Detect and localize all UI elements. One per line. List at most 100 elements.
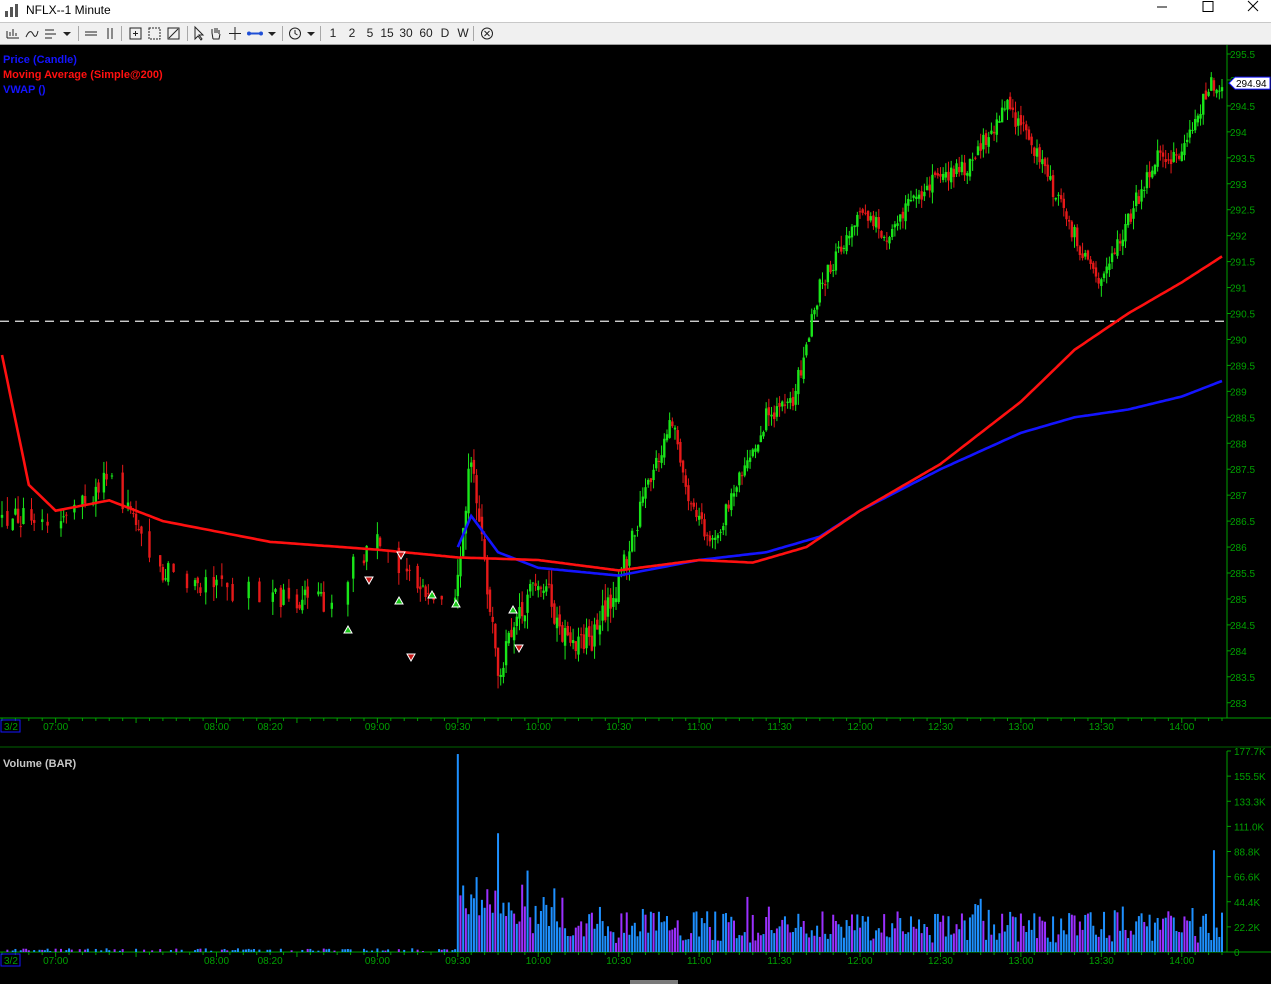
- volume-bar: [939, 921, 942, 952]
- volume-bar: [1041, 920, 1044, 952]
- horizontal-lines-icon[interactable]: [84, 25, 98, 42]
- candle-body: [274, 589, 277, 592]
- interval-button-2[interactable]: 2: [344, 25, 360, 42]
- close-button[interactable]: [1231, 0, 1271, 22]
- candle-body: [598, 625, 602, 635]
- volume-bar: [1019, 913, 1022, 952]
- interval-button-5[interactable]: 5: [362, 25, 378, 42]
- time-tick-label: 08:20: [258, 722, 283, 733]
- volume-bar: [1076, 935, 1079, 952]
- interval-button-15[interactable]: 15: [379, 25, 395, 42]
- candle-body: [1193, 119, 1197, 131]
- volume-bar: [362, 948, 365, 952]
- candle-body: [226, 582, 229, 588]
- candle-body: [65, 514, 68, 516]
- zoom-reset-icon[interactable]: [166, 25, 182, 42]
- volume-bar: [70, 949, 73, 952]
- volume-bar: [365, 950, 368, 952]
- volume-bar: [204, 948, 207, 952]
- horizontal-scrollbar-thumb[interactable]: [630, 980, 678, 984]
- pointer-icon[interactable]: [192, 25, 206, 42]
- cancel-circle-icon[interactable]: [479, 25, 495, 42]
- candle-body: [963, 162, 966, 176]
- chart-type-icon[interactable]: [5, 25, 21, 42]
- candle-body: [990, 130, 993, 134]
- candle-body: [478, 508, 481, 522]
- study-icon[interactable]: [43, 25, 59, 42]
- volume-bar: [534, 905, 537, 952]
- candle-body: [486, 559, 489, 595]
- chart-style-icon[interactable]: [24, 25, 40, 42]
- volume-bar: [542, 897, 545, 952]
- candle-body: [925, 185, 929, 191]
- trendline-icon[interactable]: [246, 25, 264, 42]
- volume-bar: [990, 934, 993, 952]
- price-tick-label: 293.5: [1230, 154, 1255, 165]
- candle-body: [802, 357, 805, 379]
- candle-body: [880, 230, 883, 238]
- volume-bar: [633, 922, 636, 952]
- zoom-out-icon[interactable]: [147, 25, 163, 42]
- time-tick-label: 10:30: [606, 722, 631, 733]
- volume-bar: [309, 948, 312, 952]
- price-tick-label: 287.5: [1230, 465, 1255, 476]
- candle-body: [663, 438, 666, 458]
- legend-item[interactable]: Moving Average (Simple@200): [3, 69, 163, 81]
- volume-bar: [893, 928, 896, 952]
- interval-button-30[interactable]: 30: [398, 25, 414, 42]
- chevron-down-icon[interactable]: [266, 25, 278, 42]
- volume-bar: [341, 949, 344, 952]
- interval-button-60[interactable]: 60: [418, 25, 434, 42]
- volume-bar: [1054, 942, 1057, 952]
- volume-bar: [105, 948, 108, 952]
- time-tick-label: 12:30: [928, 722, 953, 733]
- candle-body: [1051, 175, 1055, 198]
- candle-body: [1094, 267, 1098, 277]
- legend-item[interactable]: Price (Candle): [3, 54, 77, 66]
- interval-button-d[interactable]: D: [437, 25, 453, 42]
- candle-body: [1126, 213, 1130, 226]
- candle-body: [861, 209, 864, 213]
- candle-body: [909, 200, 913, 202]
- minimize-button[interactable]: [1139, 0, 1185, 22]
- volume-bar: [601, 921, 604, 952]
- candle-body: [630, 530, 634, 552]
- volume-bar: [982, 920, 985, 952]
- maximize-button[interactable]: [1185, 0, 1231, 22]
- volume-bar: [781, 919, 784, 952]
- crosshair-icon[interactable]: [228, 25, 242, 42]
- interval-button-1[interactable]: 1: [325, 25, 341, 42]
- chevron-down-icon[interactable]: [305, 25, 317, 42]
- volume-bar: [1196, 942, 1199, 952]
- candle-body: [1196, 115, 1200, 123]
- candle-body: [30, 509, 33, 521]
- legend-item[interactable]: VWAP (): [3, 84, 46, 96]
- volume-bar: [1180, 932, 1183, 952]
- volume-bar: [767, 906, 770, 952]
- volume-tick-label: 177.7K: [1234, 747, 1266, 758]
- zoom-in-icon[interactable]: [128, 25, 144, 42]
- volume-bar: [816, 925, 819, 952]
- volume-bar: [834, 920, 837, 952]
- interval-button-w[interactable]: W: [455, 25, 471, 42]
- candle-body: [719, 531, 722, 533]
- candle-body: [467, 468, 470, 514]
- volume-bar: [920, 933, 923, 952]
- volume-bar: [1038, 916, 1041, 952]
- clock-icon[interactable]: [287, 25, 303, 42]
- chevron-down-icon[interactable]: [61, 25, 73, 42]
- volume-bar: [1162, 918, 1165, 952]
- chart-area[interactable]: 295.5295294.5294293.5293292.5292291.5291…: [0, 45, 1271, 984]
- toolbar-separator: [473, 26, 474, 41]
- candle-body: [987, 137, 990, 147]
- vertical-lines-icon[interactable]: [103, 25, 117, 42]
- candle-body: [1076, 227, 1079, 247]
- candle-body: [537, 586, 540, 591]
- candle-body: [614, 598, 618, 603]
- volume-bar: [966, 939, 969, 952]
- volume-bar: [25, 948, 28, 952]
- candle-body: [1081, 253, 1084, 259]
- volume-bar: [513, 913, 516, 952]
- hand-icon[interactable]: [209, 25, 223, 42]
- candle-body: [797, 369, 800, 395]
